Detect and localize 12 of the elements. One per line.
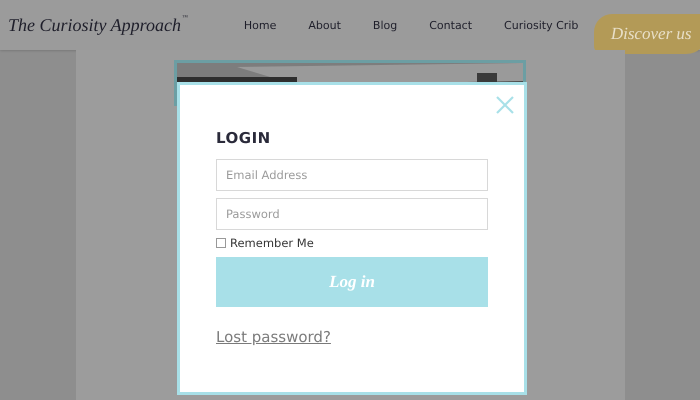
close-icon[interactable] xyxy=(496,96,514,114)
nav-link[interactable]: About xyxy=(292,18,357,32)
password-field[interactable]: Password xyxy=(216,198,488,230)
remember-label: Remember Me xyxy=(230,236,314,250)
remember-checkbox[interactable] xyxy=(216,238,226,248)
nav-link[interactable]: Curiosity Crib xyxy=(488,18,594,32)
nav-link[interactable]: Contact xyxy=(413,18,488,32)
dialog-title: LOGIN xyxy=(216,129,272,147)
nav-link[interactable]: Blog xyxy=(356,18,414,32)
email-field[interactable]: Email Address xyxy=(216,159,488,191)
lost-password-link[interactable]: Lost password? xyxy=(216,328,331,346)
nav-link[interactable]: Home xyxy=(228,18,292,32)
